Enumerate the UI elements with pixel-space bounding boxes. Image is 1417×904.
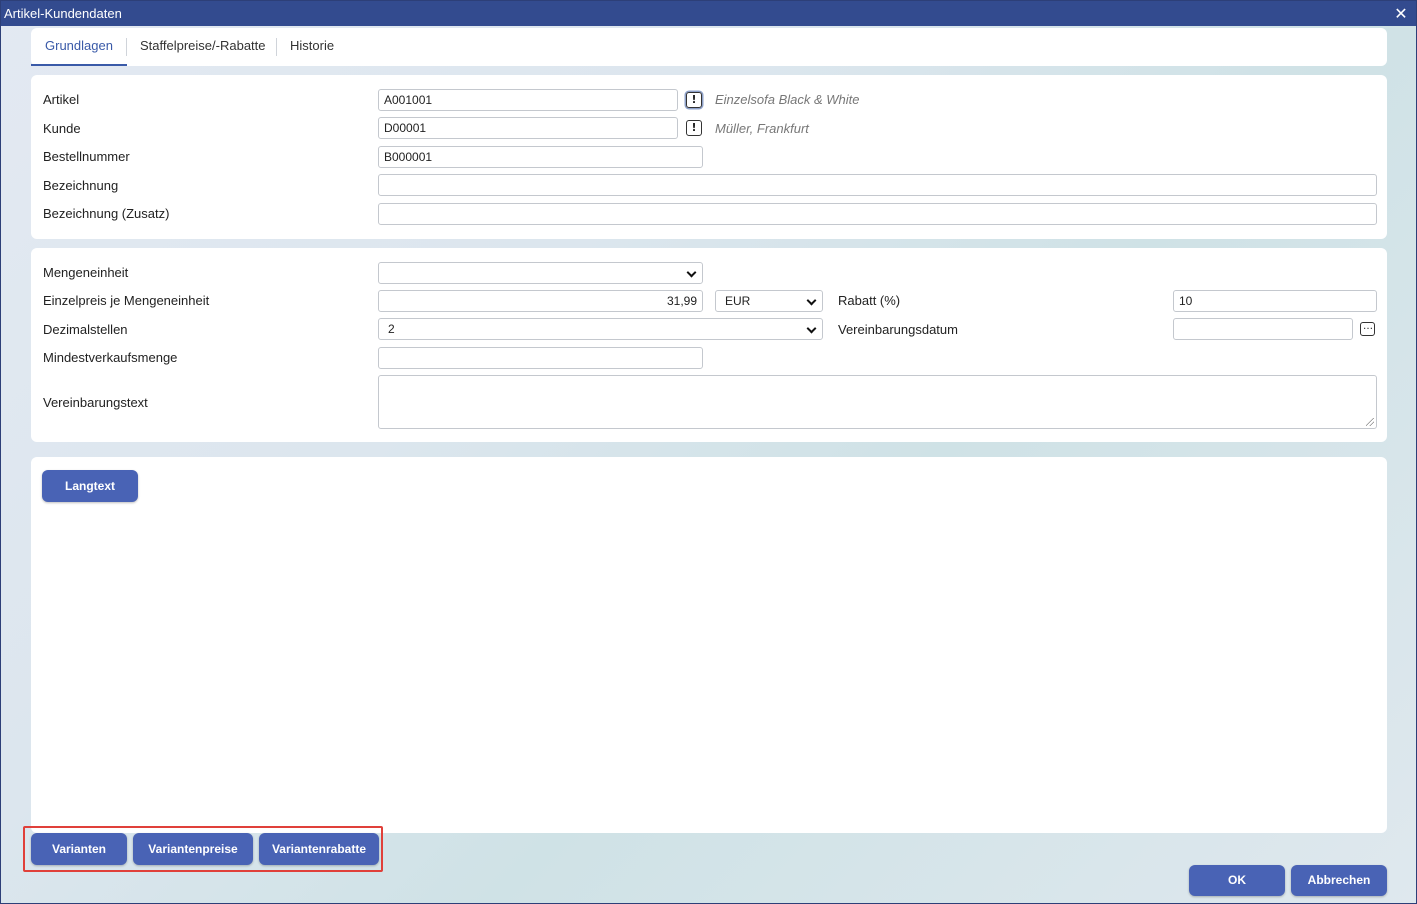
bezeichnung-zusatz-input[interactable] — [378, 203, 1377, 225]
mindestverkaufsmenge-label: Mindestverkaufsmenge — [43, 350, 178, 365]
bezeichnung-zusatz-label: Bezeichnung (Zusatz) — [43, 206, 170, 221]
artikel-input[interactable]: A001001 — [378, 89, 678, 111]
dialog-window: Artikel-Kundendaten ✕ Grundlagen Staffel… — [0, 0, 1417, 904]
artikel-description: Einzelsofa Black & White — [715, 92, 860, 107]
vereinbarungsdatum-label: Vereinbarungsdatum — [838, 322, 958, 337]
pricing-panel: Mengeneinheit Einzelpreis je Mengeneinhe… — [31, 248, 1387, 442]
dezimalstellen-select[interactable]: 2 — [378, 318, 823, 340]
mengeneinheit-label: Mengeneinheit — [43, 265, 129, 280]
vereinbarungstext-label: Vereinbarungstext — [43, 395, 148, 410]
exclamation-icon[interactable]: ! — [686, 92, 702, 108]
ellipsis-icon[interactable]: … — [1360, 322, 1375, 336]
bezeichnung-label: Bezeichnung — [43, 178, 119, 193]
rabatt-input[interactable]: 10 — [1173, 290, 1377, 312]
vereinbarungstext-textarea[interactable] — [378, 375, 1377, 429]
currency-select[interactable]: EUR — [715, 290, 823, 312]
variantenrabatte-button[interactable]: Variantenrabatte — [259, 833, 379, 865]
longtext-panel: Langtext — [31, 457, 1387, 833]
vereinbarungsdatum-input[interactable] — [1173, 318, 1353, 340]
bestellnummer-label: Bestellnummer — [43, 149, 130, 164]
tab-staffelpreise-rabatte[interactable]: Staffelpreise/-Rabatte — [126, 28, 280, 66]
bezeichnung-input[interactable] — [378, 174, 1377, 196]
ok-button[interactable]: OK — [1189, 865, 1285, 896]
kunde-input[interactable]: D00001 — [378, 117, 678, 139]
mindestverkaufsmenge-input[interactable] — [378, 347, 703, 369]
varianten-button[interactable]: Varianten — [31, 833, 127, 865]
resize-handle-icon[interactable] — [1366, 418, 1374, 426]
tab-historie[interactable]: Historie — [276, 28, 348, 66]
rabatt-label: Rabatt (%) — [838, 293, 901, 308]
artikel-label: Artikel — [43, 92, 80, 107]
close-icon[interactable]: ✕ — [1392, 1, 1410, 26]
bestellnummer-input[interactable]: B000001 — [378, 146, 703, 168]
variantenpreise-button[interactable]: Variantenpreise — [133, 833, 253, 865]
kunde-description: Müller, Frankfurt — [715, 121, 809, 136]
title-bar: Artikel-Kundendaten ✕ — [1, 1, 1416, 26]
cancel-button[interactable]: Abbrechen — [1291, 865, 1387, 896]
exclamation-icon[interactable]: ! — [686, 120, 702, 136]
einzelpreis-label: Einzelpreis je Mengeneinheit — [43, 293, 210, 308]
tab-grundlagen[interactable]: Grundlagen — [31, 28, 127, 66]
kunde-label: Kunde — [43, 121, 81, 136]
basic-data-panel: Artikel A001001 ! Einzelsofa Black & Whi… — [31, 75, 1387, 239]
tab-bar: Grundlagen Staffelpreise/-Rabatte Histor… — [31, 28, 1387, 66]
dezimalstellen-label: Dezimalstellen — [43, 322, 128, 337]
window-title: Artikel-Kundendaten — [4, 6, 122, 21]
einzelpreis-input[interactable]: 31,99 — [378, 290, 703, 312]
langtext-button[interactable]: Langtext — [42, 470, 138, 502]
mengeneinheit-select[interactable] — [378, 262, 703, 284]
